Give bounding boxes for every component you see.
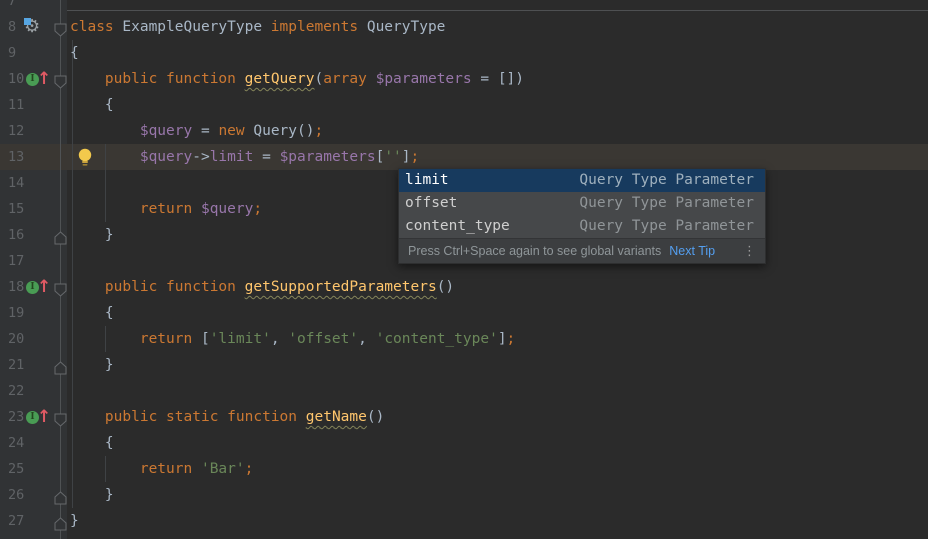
editor-line: 11 {: [0, 92, 928, 118]
editor-line: 25 return 'Bar';: [0, 456, 928, 482]
completion-label: limit: [405, 169, 449, 192]
editor-line: [0, 534, 928, 539]
code-line-text[interactable]: }: [70, 482, 114, 508]
completion-label: offset: [405, 192, 457, 215]
line-number: 16: [8, 222, 24, 248]
editor-line: 24 {: [0, 430, 928, 456]
line-number: 24: [8, 430, 24, 456]
editor-line: 27}: [0, 508, 928, 534]
fold-end-icon[interactable]: [54, 228, 67, 242]
more-options-icon[interactable]: ⋮: [743, 243, 756, 259]
line-number: 8: [8, 14, 16, 40]
editor-line: 21 }: [0, 352, 928, 378]
line-number: 10: [8, 66, 24, 92]
code-line-text[interactable]: }: [70, 352, 114, 378]
line-number: 12: [8, 118, 24, 144]
code-line-text[interactable]: $query->limit = $parameters[''];: [70, 144, 419, 170]
line-number: 22: [8, 378, 24, 404]
code-line-text[interactable]: }: [70, 508, 79, 534]
code-editor: 78 ⚙ class ExampleQueryType implements Que…: [0, 0, 928, 539]
editor-line: 12 $query = new Query();: [0, 118, 928, 144]
code-line-text[interactable]: return ['limit', 'offset', 'content_type…: [70, 326, 515, 352]
completion-item-offset[interactable]: offset Query Type Parameter: [399, 192, 765, 215]
implementing-method-icon[interactable]: I↑: [24, 66, 48, 92]
completion-type: Query Type Parameter: [579, 169, 754, 192]
completion-item-content-type[interactable]: content_type Query Type Parameter: [399, 215, 765, 238]
editor-line: 20 return ['limit', 'offset', 'content_t…: [0, 326, 928, 352]
fold-end-icon[interactable]: [54, 514, 67, 528]
editor-line: 8 ⚙ class ExampleQueryType implements Quer…: [0, 14, 928, 40]
fold-start-icon[interactable]: [54, 410, 67, 424]
line-number: 25: [8, 456, 24, 482]
line-number: 18: [8, 274, 24, 300]
code-line-text[interactable]: }: [70, 222, 114, 248]
editor-line: 7: [0, 0, 928, 14]
completion-type: Query Type Parameter: [579, 192, 754, 215]
code-line-text[interactable]: return 'Bar';: [70, 456, 253, 482]
completion-item-limit[interactable]: limit Query Type Parameter: [399, 169, 765, 192]
line-number: 9: [8, 40, 16, 66]
line-number: 26: [8, 482, 24, 508]
editor-line: 26 }: [0, 482, 928, 508]
line-number: 7: [8, 0, 16, 14]
code-line-text[interactable]: {: [70, 40, 79, 66]
editor-lines: 78 ⚙ class ExampleQueryType implements Que…: [0, 0, 928, 539]
blue-square-badge: [24, 18, 31, 25]
editor-line: 9{: [0, 40, 928, 66]
editor-line: 22: [0, 378, 928, 404]
fold-end-icon[interactable]: [54, 358, 67, 372]
line-number: 15: [8, 196, 24, 222]
code-line-text[interactable]: public function getSupportedParameters(): [70, 274, 454, 300]
gear-icon[interactable]: ⚙: [24, 14, 48, 40]
editor-line: 19 {: [0, 300, 928, 326]
completion-label: content_type: [405, 215, 510, 238]
editor-line: 18I↑ public function getSupportedParamet…: [0, 274, 928, 300]
code-line-text[interactable]: class ExampleQueryType implements QueryT…: [70, 14, 445, 40]
next-tip-link[interactable]: Next Tip: [669, 244, 715, 258]
fold-end-icon[interactable]: [54, 488, 67, 502]
code-line-text[interactable]: {: [70, 92, 114, 118]
fold-start-icon[interactable]: [54, 72, 67, 86]
code-line-text[interactable]: {: [70, 430, 114, 456]
line-number: 21: [8, 352, 24, 378]
completion-hint-text: Press Ctrl+Space again to see global var…: [408, 244, 661, 258]
fold-start-icon[interactable]: [54, 20, 67, 34]
line-number: 23: [8, 404, 24, 430]
line-number: 17: [8, 248, 24, 274]
editor-line: 10I↑ public function getQuery(array $par…: [0, 66, 928, 92]
fold-start-icon[interactable]: [54, 280, 67, 294]
code-line-text[interactable]: public function getQuery(array $paramete…: [70, 66, 524, 92]
line-number: 11: [8, 92, 24, 118]
code-line-text[interactable]: $query = new Query();: [70, 118, 323, 144]
editor-line: 23I↑ public static function getName(): [0, 404, 928, 430]
completion-popup-footer: Press Ctrl+Space again to see global var…: [399, 238, 765, 263]
completion-popup: limit Query Type Parameter offset Query …: [398, 168, 766, 264]
code-line-text[interactable]: public static function getName(): [70, 404, 384, 430]
implementing-method-icon[interactable]: I↑: [24, 404, 48, 430]
line-number: 19: [8, 300, 24, 326]
line-number: 20: [8, 326, 24, 352]
implementing-method-icon[interactable]: I↑: [24, 274, 48, 300]
line-number: 14: [8, 170, 24, 196]
line-number: 27: [8, 508, 24, 534]
code-line-text[interactable]: return $query;: [70, 196, 262, 222]
code-line-text[interactable]: {: [70, 300, 114, 326]
completion-type: Query Type Parameter: [579, 215, 754, 238]
line-number: 13: [8, 144, 24, 170]
editor-line: 13 $query->limit = $parameters[''];: [0, 144, 928, 170]
